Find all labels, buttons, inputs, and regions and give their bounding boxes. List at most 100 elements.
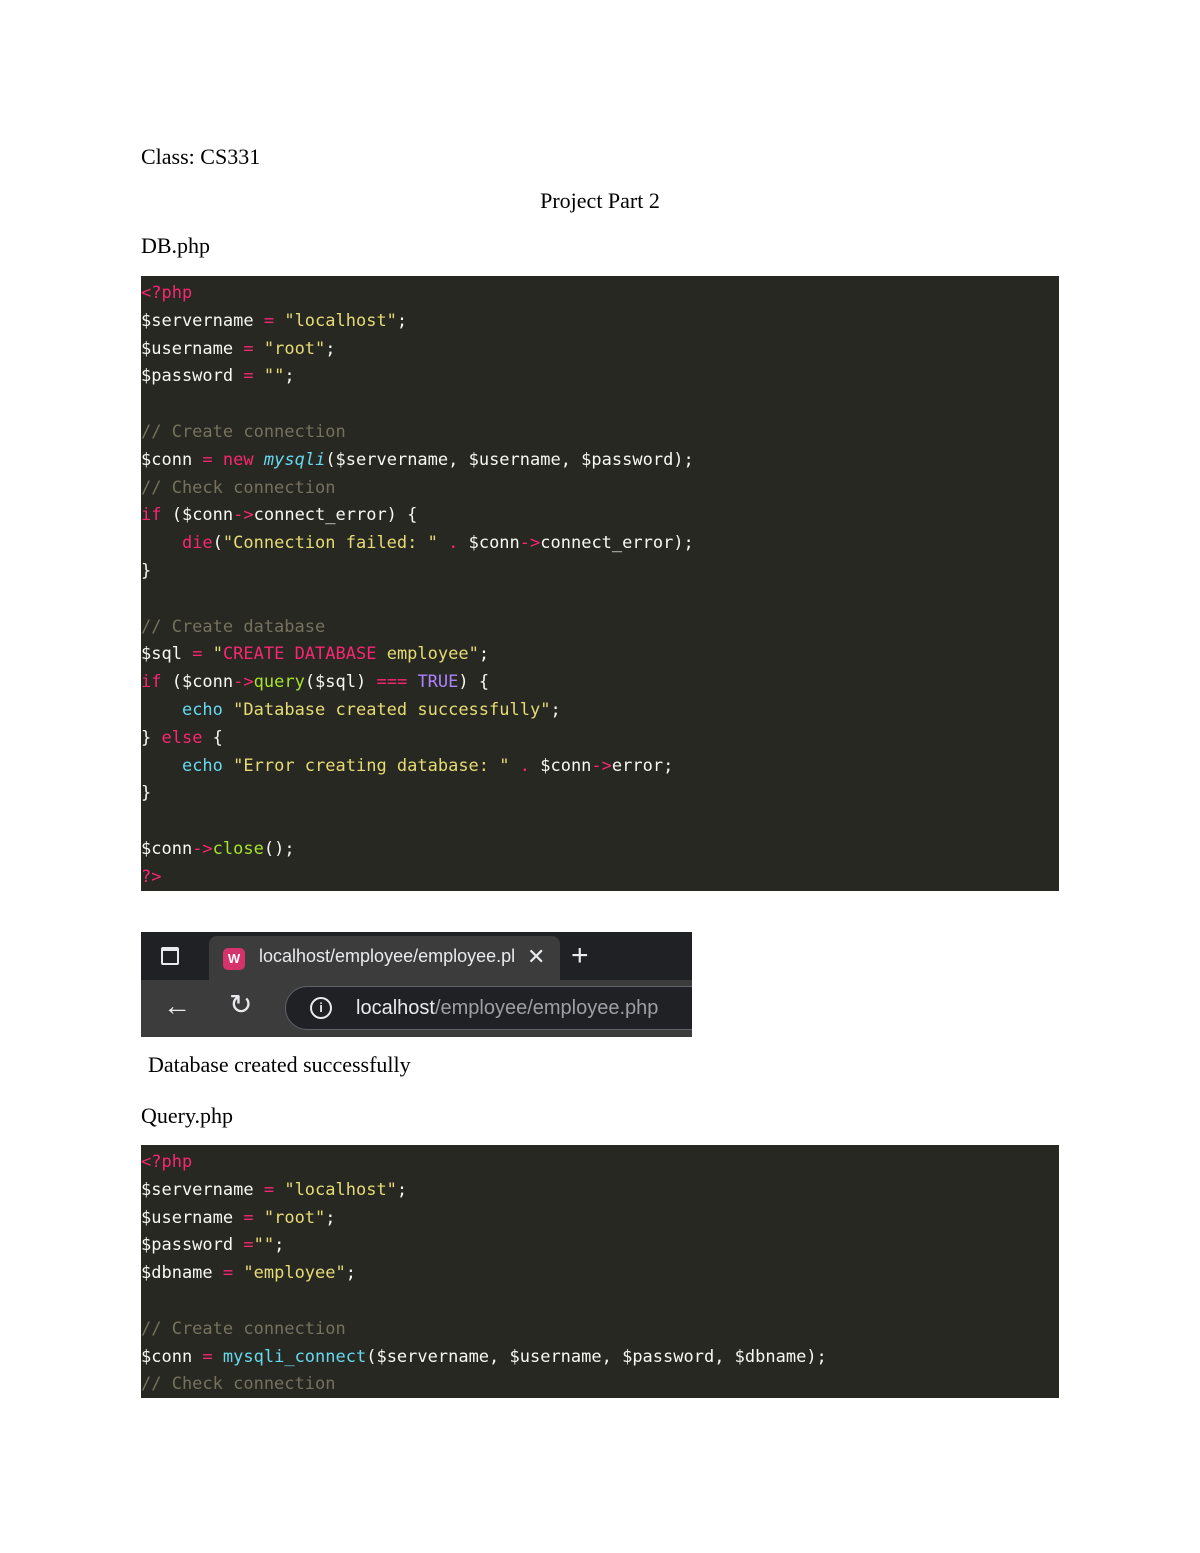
db-code-block: <?php $servername = "localhost"; $username… xyxy=(141,276,1059,891)
code-token: // Check connection xyxy=(141,477,336,498)
code-token: die xyxy=(181,533,213,554)
code-token: ($servername, $username, $password); xyxy=(325,449,694,470)
code-token: ; xyxy=(345,1263,356,1284)
code-token: "employee" xyxy=(243,1263,346,1284)
code-token: // Create connection xyxy=(141,1318,346,1339)
tab-actions-icon[interactable] xyxy=(153,942,187,972)
tab-title: localhost/employee/employee.pl xyxy=(259,946,516,966)
new-tab-icon[interactable]: + xyxy=(571,936,589,976)
code-token: ?> xyxy=(141,866,162,887)
code-token: . xyxy=(448,533,459,554)
code-token: <?php xyxy=(141,1152,193,1172)
code-line: $sql = "CREATE DATABASE employee"; xyxy=(141,641,1059,669)
code-token: "Connection failed: " xyxy=(222,533,438,554)
code-token: ; xyxy=(284,366,295,387)
code-line: // Create database xyxy=(141,614,1059,642)
code-token: CREATE DATABASE xyxy=(222,644,377,665)
url-path: /employee/employee.php xyxy=(434,997,659,1019)
code-token: new xyxy=(222,449,254,470)
code-line: echo "Error creating database: " . $conn… xyxy=(141,753,1059,781)
code-line: $password = ""; xyxy=(141,363,1059,391)
info-icon[interactable]: i xyxy=(310,997,332,1019)
code-token: ; xyxy=(274,1235,285,1256)
code-token: $dbname xyxy=(141,1263,223,1284)
code-token: // Create connection xyxy=(141,421,346,442)
code-line: $dbname = "employee"; xyxy=(141,1260,1059,1288)
code-token: ($servername, $username, $password, $dbn… xyxy=(366,1346,827,1367)
code-token: $conn xyxy=(141,838,193,859)
code-token: (); xyxy=(263,838,295,859)
code-token: { xyxy=(202,727,223,748)
code-token: ( xyxy=(212,533,223,554)
code-line: ?> xyxy=(141,864,1059,891)
code-token: $servername xyxy=(141,1179,264,1200)
code-token: $sql xyxy=(141,644,193,665)
close-icon[interactable]: ✕ xyxy=(527,944,545,970)
code-token: if xyxy=(141,672,162,693)
code-token: echo xyxy=(181,699,223,720)
code-token: } xyxy=(141,727,162,748)
code-token: mysqli_connect xyxy=(222,1346,367,1367)
code-line: if ($conn->connect_error) { xyxy=(141,502,1059,530)
url-host: localhost xyxy=(356,997,435,1019)
code-token: = xyxy=(243,366,254,387)
back-icon[interactable]: ← xyxy=(163,990,191,1022)
code-token: <?php xyxy=(141,283,193,303)
code-token: $username xyxy=(141,1207,244,1228)
code-token: "root" xyxy=(263,1207,326,1228)
code-token: = xyxy=(263,310,275,331)
output-text: Database created successfully xyxy=(148,1052,411,1077)
code-token: "" xyxy=(253,1235,275,1256)
code-token: if xyxy=(141,505,162,526)
code-token: "Database created successfully" xyxy=(233,699,551,720)
code-token: ; xyxy=(396,1179,408,1200)
code-line: } xyxy=(141,780,1059,808)
code-token: $conn xyxy=(530,755,592,776)
code-token: ) { xyxy=(458,672,490,693)
code-line: $conn = new mysqli($servername, $usernam… xyxy=(141,447,1059,475)
page-title: Project Part 2 xyxy=(540,188,660,213)
code-token: = xyxy=(243,1235,254,1256)
code-token: = xyxy=(222,1263,234,1284)
code-token: "localhost" xyxy=(284,1179,397,1200)
browser-tab[interactable]: W localhost/employee/employee.pl ✕ xyxy=(209,936,560,980)
code-token: mysqli xyxy=(263,449,326,470)
code-token: = xyxy=(243,338,254,359)
code-token: ; xyxy=(325,338,336,359)
code-token: } xyxy=(141,560,152,581)
code-line: $servername = "localhost"; xyxy=(141,308,1059,336)
code-token: error; xyxy=(611,755,674,776)
browser-screenshot: W localhost/employee/employee.pl ✕ + ← ↻… xyxy=(141,932,692,1037)
code-line: if ($conn->query($sql) === TRUE) { xyxy=(141,669,1059,697)
url-text: localhost/employee/employee.php xyxy=(356,997,658,1020)
code-line: // Create connection xyxy=(141,419,1059,447)
code-line: $servername = "localhost"; xyxy=(141,1177,1059,1205)
code-token: = xyxy=(243,1207,254,1228)
code-token: ; xyxy=(325,1207,336,1228)
code-token: $password xyxy=(141,1235,244,1256)
code-token: "" xyxy=(263,366,285,387)
code-token: -> xyxy=(519,533,541,554)
code-token: $conn xyxy=(141,1346,203,1367)
code-token: = xyxy=(202,1346,213,1367)
db-heading: DB.php xyxy=(141,233,211,258)
address-bar[interactable]: i localhost/employee/employee.php xyxy=(285,986,692,1030)
nav-bar: ← ↻ i localhost/employee/employee.php xyxy=(141,980,692,1037)
reload-icon[interactable]: ↻ xyxy=(229,988,252,1021)
